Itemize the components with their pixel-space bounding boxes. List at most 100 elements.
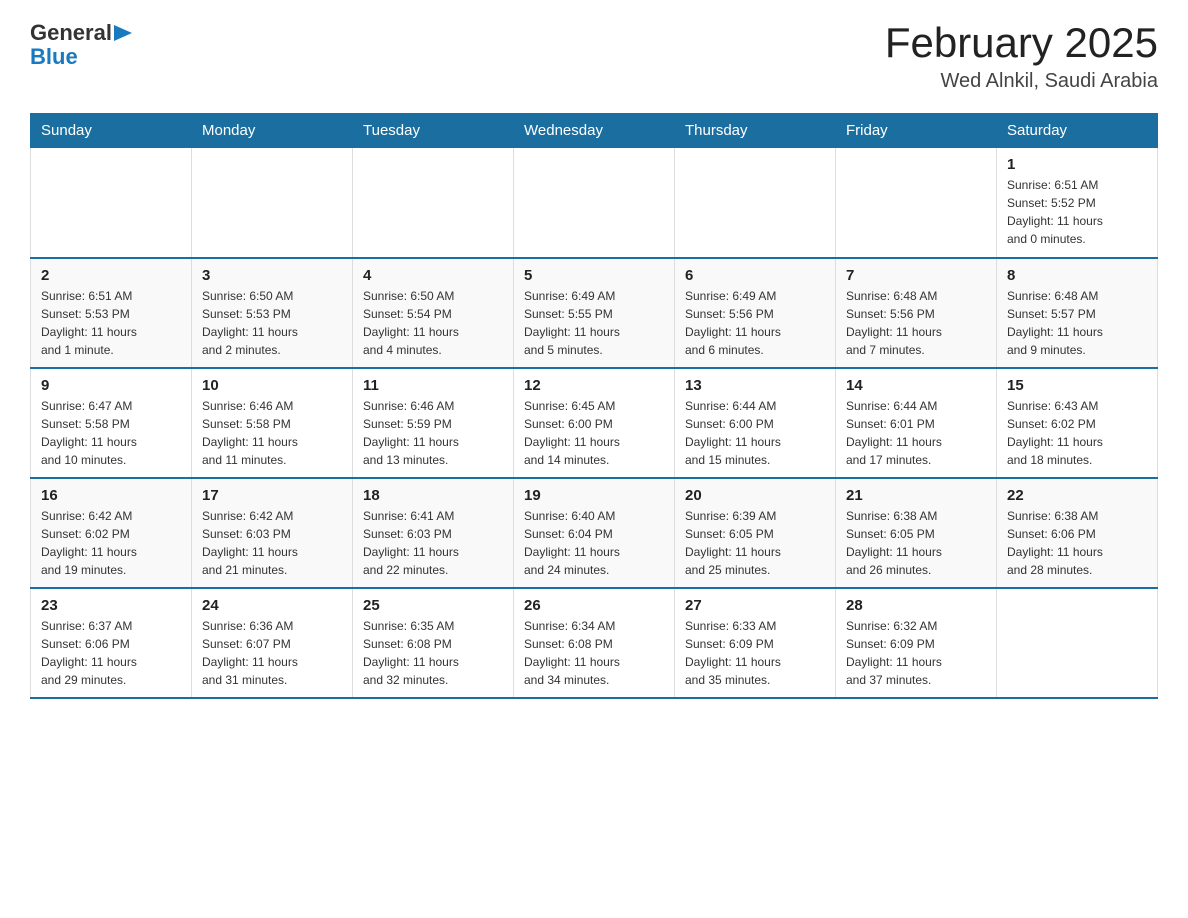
- day-number: 12: [524, 377, 664, 394]
- calendar-cell: 1 Sunrise: 6:51 AM Sunset: 5:52 PM Daylig…: [997, 148, 1158, 258]
- day-number: 23: [41, 597, 181, 614]
- weekday-header: Monday: [192, 114, 353, 148]
- day-number: 28: [846, 597, 986, 614]
- logo-general: General: [30, 20, 112, 46]
- day-number: 16: [41, 487, 181, 504]
- day-info: Sunrise: 6:47 AM Sunset: 5:58 PM Dayligh…: [41, 397, 181, 469]
- day-number: 2: [41, 267, 181, 284]
- day-info: Sunrise: 6:51 AM Sunset: 5:52 PM Dayligh…: [1007, 176, 1147, 248]
- day-number: 20: [685, 487, 825, 504]
- day-info: Sunrise: 6:50 AM Sunset: 5:54 PM Dayligh…: [363, 287, 503, 359]
- day-info: Sunrise: 6:41 AM Sunset: 6:03 PM Dayligh…: [363, 507, 503, 579]
- calendar-title: February 2025: [885, 20, 1158, 66]
- day-number: 15: [1007, 377, 1147, 394]
- day-info: Sunrise: 6:39 AM Sunset: 6:05 PM Dayligh…: [685, 507, 825, 579]
- weekday-header: Wednesday: [514, 114, 675, 148]
- day-info: Sunrise: 6:50 AM Sunset: 5:53 PM Dayligh…: [202, 287, 342, 359]
- calendar-table: SundayMondayTuesdayWednesdayThursdayFrid…: [30, 113, 1158, 699]
- logo-blue: Blue: [30, 44, 78, 69]
- calendar-cell: 15 Sunrise: 6:43 AM Sunset: 6:02 PM Dayli…: [997, 368, 1158, 478]
- calendar-cell: 16 Sunrise: 6:42 AM Sunset: 6:02 PM Dayli…: [31, 478, 192, 588]
- day-info: Sunrise: 6:37 AM Sunset: 6:06 PM Dayligh…: [41, 617, 181, 689]
- day-info: Sunrise: 6:42 AM Sunset: 6:03 PM Dayligh…: [202, 507, 342, 579]
- calendar-cell: 17 Sunrise: 6:42 AM Sunset: 6:03 PM Dayli…: [192, 478, 353, 588]
- weekday-header: Friday: [836, 114, 997, 148]
- day-number: 11: [363, 377, 503, 394]
- day-info: Sunrise: 6:33 AM Sunset: 6:09 PM Dayligh…: [685, 617, 825, 689]
- calendar-week-row: 2Sunrise: 6:51 AM Sunset: 5:53 PM Daylig…: [31, 258, 1158, 368]
- day-info: Sunrise: 6:45 AM Sunset: 6:00 PM Dayligh…: [524, 397, 664, 469]
- day-number: 25: [363, 597, 503, 614]
- calendar-cell: 2Sunrise: 6:51 AM Sunset: 5:53 PM Daylig…: [31, 258, 192, 368]
- calendar-cell: 23 Sunrise: 6:37 AM Sunset: 6:06 PM Dayli…: [31, 588, 192, 698]
- day-info: Sunrise: 6:49 AM Sunset: 5:55 PM Dayligh…: [524, 287, 664, 359]
- calendar-cell: [997, 588, 1158, 698]
- calendar-cell: [353, 148, 514, 258]
- logo: General Blue: [30, 20, 132, 70]
- day-number: 14: [846, 377, 986, 394]
- day-info: Sunrise: 6:36 AM Sunset: 6:07 PM Dayligh…: [202, 617, 342, 689]
- logo-arrow-icon: [114, 25, 132, 41]
- calendar-week-row: 9 Sunrise: 6:47 AM Sunset: 5:58 PM Daylig…: [31, 368, 1158, 478]
- day-info: Sunrise: 6:34 AM Sunset: 6:08 PM Dayligh…: [524, 617, 664, 689]
- day-number: 19: [524, 487, 664, 504]
- weekday-header-row: SundayMondayTuesdayWednesdayThursdayFrid…: [31, 114, 1158, 148]
- day-info: Sunrise: 6:44 AM Sunset: 6:01 PM Dayligh…: [846, 397, 986, 469]
- calendar-cell: [192, 148, 353, 258]
- calendar-cell: 26 Sunrise: 6:34 AM Sunset: 6:08 PM Dayli…: [514, 588, 675, 698]
- calendar-cell: 18 Sunrise: 6:41 AM Sunset: 6:03 PM Dayli…: [353, 478, 514, 588]
- day-info: Sunrise: 6:46 AM Sunset: 5:59 PM Dayligh…: [363, 397, 503, 469]
- day-number: 24: [202, 597, 342, 614]
- day-info: Sunrise: 6:48 AM Sunset: 5:56 PM Dayligh…: [846, 287, 986, 359]
- day-number: 13: [685, 377, 825, 394]
- calendar-subtitle: Wed Alnkil, Saudi Arabia: [885, 70, 1158, 93]
- day-number: 10: [202, 377, 342, 394]
- day-info: Sunrise: 6:46 AM Sunset: 5:58 PM Dayligh…: [202, 397, 342, 469]
- calendar-cell: 14 Sunrise: 6:44 AM Sunset: 6:01 PM Dayli…: [836, 368, 997, 478]
- calendar-cell: 19 Sunrise: 6:40 AM Sunset: 6:04 PM Dayli…: [514, 478, 675, 588]
- day-info: Sunrise: 6:49 AM Sunset: 5:56 PM Dayligh…: [685, 287, 825, 359]
- weekday-header: Thursday: [675, 114, 836, 148]
- calendar-cell: 24 Sunrise: 6:36 AM Sunset: 6:07 PM Dayli…: [192, 588, 353, 698]
- calendar-week-row: 16 Sunrise: 6:42 AM Sunset: 6:02 PM Dayli…: [31, 478, 1158, 588]
- day-number: 1: [1007, 156, 1147, 173]
- calendar-cell: [514, 148, 675, 258]
- day-info: Sunrise: 6:43 AM Sunset: 6:02 PM Dayligh…: [1007, 397, 1147, 469]
- calendar-cell: 11 Sunrise: 6:46 AM Sunset: 5:59 PM Dayli…: [353, 368, 514, 478]
- calendar-cell: 12 Sunrise: 6:45 AM Sunset: 6:00 PM Dayli…: [514, 368, 675, 478]
- calendar-cell: 21 Sunrise: 6:38 AM Sunset: 6:05 PM Dayli…: [836, 478, 997, 588]
- calendar-cell: [31, 148, 192, 258]
- calendar-cell: 9 Sunrise: 6:47 AM Sunset: 5:58 PM Daylig…: [31, 368, 192, 478]
- day-info: Sunrise: 6:40 AM Sunset: 6:04 PM Dayligh…: [524, 507, 664, 579]
- calendar-cell: 13Sunrise: 6:44 AM Sunset: 6:00 PM Dayli…: [675, 368, 836, 478]
- day-number: 21: [846, 487, 986, 504]
- day-number: 4: [363, 267, 503, 284]
- day-info: Sunrise: 6:38 AM Sunset: 6:05 PM Dayligh…: [846, 507, 986, 579]
- day-number: 18: [363, 487, 503, 504]
- calendar-week-row: 1 Sunrise: 6:51 AM Sunset: 5:52 PM Daylig…: [31, 148, 1158, 258]
- calendar-cell: 3Sunrise: 6:50 AM Sunset: 5:53 PM Daylig…: [192, 258, 353, 368]
- calendar-cell: 27 Sunrise: 6:33 AM Sunset: 6:09 PM Dayli…: [675, 588, 836, 698]
- calendar-cell: 28 Sunrise: 6:32 AM Sunset: 6:09 PM Dayli…: [836, 588, 997, 698]
- calendar-cell: [675, 148, 836, 258]
- calendar-cell: 20 Sunrise: 6:39 AM Sunset: 6:05 PM Dayli…: [675, 478, 836, 588]
- weekday-header: Saturday: [997, 114, 1158, 148]
- calendar-cell: 25Sunrise: 6:35 AM Sunset: 6:08 PM Dayli…: [353, 588, 514, 698]
- day-number: 22: [1007, 487, 1147, 504]
- weekday-header: Tuesday: [353, 114, 514, 148]
- day-number: 9: [41, 377, 181, 394]
- calendar-cell: 4 Sunrise: 6:50 AM Sunset: 5:54 PM Daylig…: [353, 258, 514, 368]
- day-number: 8: [1007, 267, 1147, 284]
- calendar-cell: 6Sunrise: 6:49 AM Sunset: 5:56 PM Daylig…: [675, 258, 836, 368]
- title-block: February 2025 Wed Alnkil, Saudi Arabia: [885, 20, 1158, 93]
- day-info: Sunrise: 6:42 AM Sunset: 6:02 PM Dayligh…: [41, 507, 181, 579]
- calendar-cell: 8 Sunrise: 6:48 AM Sunset: 5:57 PM Daylig…: [997, 258, 1158, 368]
- day-info: Sunrise: 6:32 AM Sunset: 6:09 PM Dayligh…: [846, 617, 986, 689]
- calendar-week-row: 23 Sunrise: 6:37 AM Sunset: 6:06 PM Dayli…: [31, 588, 1158, 698]
- day-number: 17: [202, 487, 342, 504]
- day-info: Sunrise: 6:48 AM Sunset: 5:57 PM Dayligh…: [1007, 287, 1147, 359]
- calendar-cell: 10 Sunrise: 6:46 AM Sunset: 5:58 PM Dayli…: [192, 368, 353, 478]
- day-number: 27: [685, 597, 825, 614]
- page-header: General Blue February 2025 Wed Alnkil, S…: [30, 20, 1158, 93]
- day-number: 26: [524, 597, 664, 614]
